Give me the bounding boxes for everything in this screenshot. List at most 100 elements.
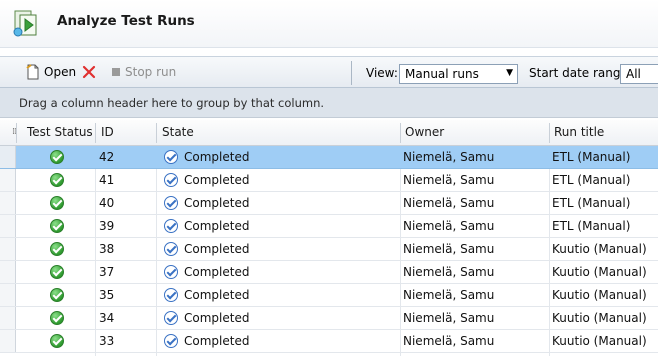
cell-run-title: ETL (Manual): [552, 196, 631, 210]
column-header-id[interactable]: ID: [101, 125, 114, 139]
cell-id: 39: [99, 219, 115, 233]
cell-owner: Niemelä, Samu: [403, 242, 495, 256]
passed-check-icon: [50, 311, 64, 325]
table-row[interactable]: 35 Completed Niemelä, Samu Kuutio (Manua…: [0, 284, 658, 307]
cell-run-title: ETL (Manual): [552, 173, 631, 187]
table-row[interactable]: 41 Completed Niemelä, Samu ETL (Manual): [0, 169, 658, 192]
cell-state: Completed: [184, 242, 250, 256]
cell-id: 41: [99, 173, 115, 187]
table-row[interactable]: 38 Completed Niemelä, Samu Kuutio (Manua…: [0, 238, 658, 261]
stop-run-button[interactable]: Stop run: [111, 57, 176, 87]
group-by-prompt: Drag a column header here to group by th…: [19, 96, 325, 110]
completed-state-icon: [164, 173, 178, 187]
view-select[interactable]: Manual runs ▼: [399, 64, 518, 84]
passed-check-icon: [50, 288, 64, 302]
completed-state-icon: [164, 242, 178, 256]
cell-state: Completed: [184, 196, 250, 210]
passed-check-icon: [50, 265, 64, 279]
completed-state-icon: [164, 196, 178, 210]
cell-id: 42: [99, 150, 115, 164]
cell-id: 33: [99, 334, 115, 348]
cell-run-title: Kuutio (Manual): [552, 334, 647, 348]
row-header[interactable]: [0, 215, 16, 237]
toolbar-separator: [351, 61, 352, 85]
row-header[interactable]: [0, 261, 16, 283]
cell-run-title: Kuutio (Manual): [552, 242, 647, 256]
cell-state: Completed: [184, 150, 250, 164]
table-row[interactable]: 34 Completed Niemelä, Samu Kuutio (Manua…: [0, 307, 658, 330]
cell-id: 40: [99, 196, 115, 210]
row-header[interactable]: [0, 330, 16, 352]
cell-owner: Niemelä, Samu: [403, 288, 495, 302]
table-row[interactable]: 39 Completed Niemelä, Samu ETL (Manual): [0, 215, 658, 238]
stop-run-label: Stop run: [125, 65, 177, 79]
column-divider: [156, 123, 157, 143]
cell-owner: Niemelä, Samu: [403, 311, 495, 325]
open-button[interactable]: Open: [26, 57, 76, 87]
cell-run-title: Kuutio (Manual): [552, 265, 647, 279]
cell-owner: Niemelä, Samu: [403, 265, 495, 279]
cell-state: Completed: [184, 219, 250, 233]
table-row[interactable]: 37 Completed Niemelä, Samu Kuutio (Manua…: [0, 261, 658, 284]
table-row[interactable]: 42 Completed Niemelä, Samu ETL (Manual): [0, 146, 658, 169]
passed-check-icon: [50, 242, 64, 256]
row-header[interactable]: [0, 307, 16, 329]
start-date-value: All: [626, 67, 641, 81]
completed-state-icon: [164, 219, 178, 233]
table-row[interactable]: 33 Completed Niemelä, Samu Kuutio (Manua…: [0, 330, 658, 353]
open-button-label: Open: [44, 65, 77, 79]
open-document-icon: [26, 64, 39, 80]
completed-state-icon: [164, 311, 178, 325]
completed-state-icon: [164, 334, 178, 348]
cell-owner: Niemelä, Samu: [403, 196, 495, 210]
table-row[interactable]: 40 Completed Niemelä, Samu ETL (Manual): [0, 192, 658, 215]
cell-run-title: ETL (Manual): [552, 219, 631, 233]
cell-id: 35: [99, 288, 115, 302]
cell-run-title: ETL (Manual): [552, 150, 631, 164]
view-label: View:: [366, 66, 398, 80]
cell-state: Completed: [184, 265, 250, 279]
row-header[interactable]: [0, 146, 16, 168]
start-date-select[interactable]: All: [620, 64, 658, 84]
column-header-owner[interactable]: Owner: [405, 125, 444, 139]
column-header-run-title[interactable]: Run title: [554, 125, 604, 139]
column-divider: [16, 123, 17, 143]
cell-owner: Niemelä, Samu: [403, 219, 495, 233]
row-header[interactable]: [0, 238, 16, 260]
test-runs-grid: 42 Completed Niemelä, Samu ETL (Manual) …: [0, 146, 658, 353]
cell-owner: Niemelä, Samu: [403, 334, 495, 348]
cell-id: 34: [99, 311, 115, 325]
cell-id: 37: [99, 265, 115, 279]
group-by-area[interactable]: Drag a column header here to group by th…: [0, 88, 658, 118]
column-header-state[interactable]: State: [162, 125, 194, 139]
toolbar: Open Stop run View: Manual runs ▼ Start …: [0, 56, 658, 88]
page-title: Analyze Test Runs: [57, 13, 195, 29]
cell-owner: Niemelä, Samu: [403, 173, 495, 187]
completed-state-icon: [164, 150, 178, 164]
start-date-label: Start date range:: [529, 66, 632, 80]
cell-owner: Niemelä, Samu: [403, 150, 495, 164]
delete-x-icon: [82, 65, 96, 79]
passed-check-icon: [50, 196, 64, 210]
column-divider: [400, 123, 401, 143]
cell-state: Completed: [184, 311, 250, 325]
stop-square-icon: [112, 68, 120, 76]
column-divider: [95, 123, 96, 143]
passed-check-icon: [50, 173, 64, 187]
test-runs-app-icon: [13, 10, 37, 37]
row-header[interactable]: [0, 192, 16, 214]
cell-state: Completed: [184, 288, 250, 302]
cell-state: Completed: [184, 173, 250, 187]
dropdown-arrow-icon: ▼: [506, 68, 513, 78]
delete-button[interactable]: [82, 57, 96, 87]
grid-header: ⁞⁞ Test Status ID State Owner Run title: [0, 120, 658, 146]
row-header[interactable]: [0, 284, 16, 306]
cell-run-title: Kuutio (Manual): [552, 311, 647, 325]
title-bar: Analyze Test Runs: [0, 0, 658, 48]
completed-state-icon: [164, 265, 178, 279]
cell-id: 38: [99, 242, 115, 256]
row-header[interactable]: [0, 169, 16, 191]
cell-state: Completed: [184, 334, 250, 348]
passed-check-icon: [50, 219, 64, 233]
column-header-test-status[interactable]: Test Status: [27, 125, 93, 139]
